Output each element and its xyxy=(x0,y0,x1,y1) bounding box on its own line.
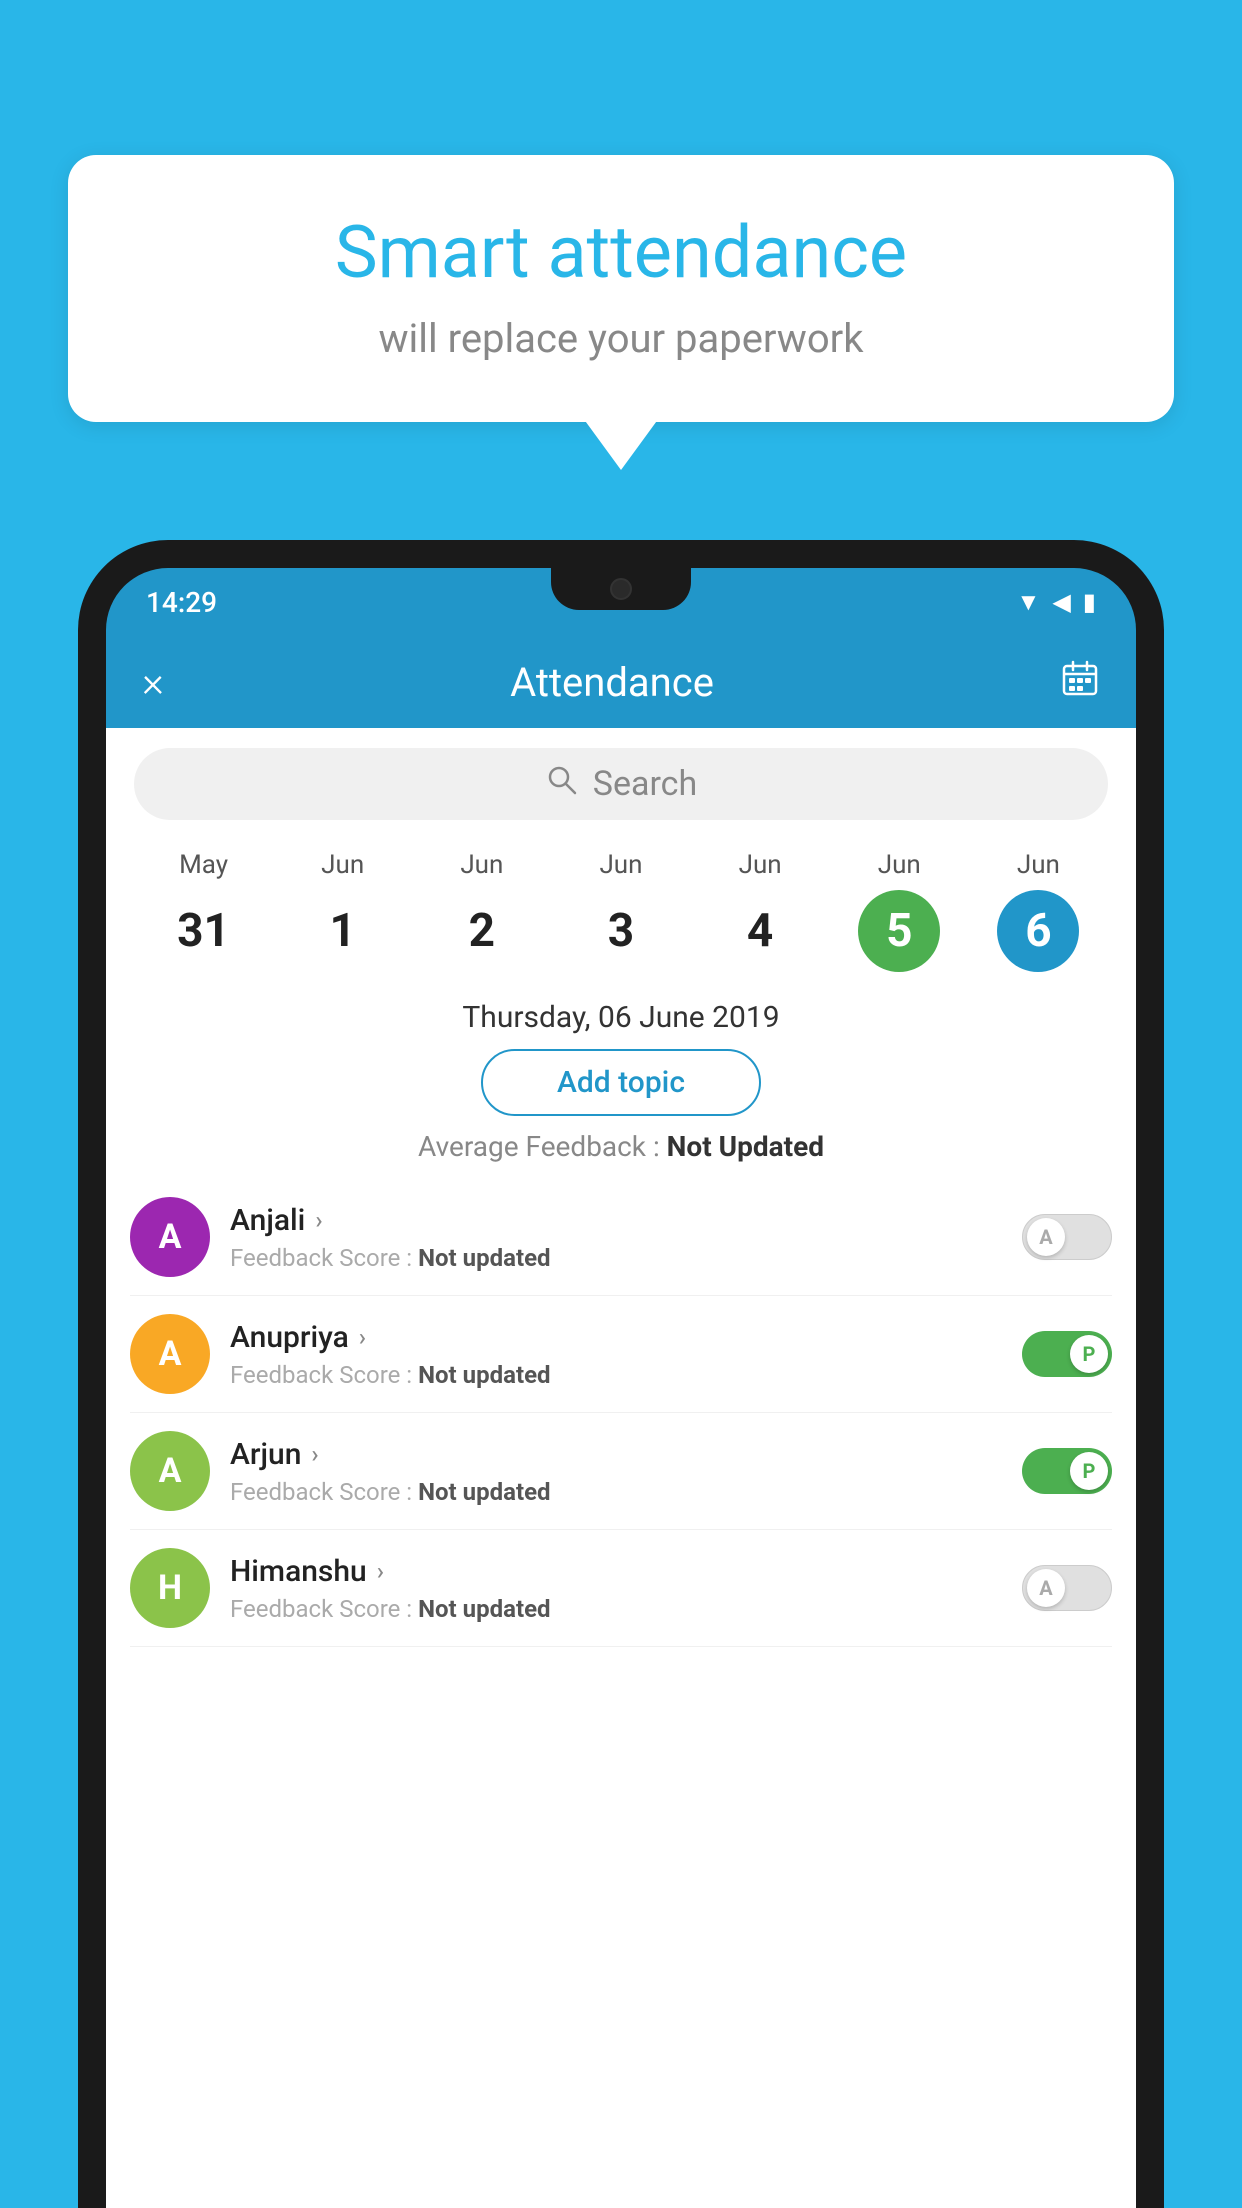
cal-month-label: Jun xyxy=(1017,850,1060,880)
calendar-day[interactable]: Jun 1 xyxy=(302,850,384,972)
student-name-text: Anjali xyxy=(230,1203,305,1238)
cal-month-label: Jun xyxy=(460,850,503,880)
calendar-day[interactable]: Jun 4 xyxy=(719,850,801,972)
calendar-day[interactable]: May 31 xyxy=(163,850,245,972)
notch-camera xyxy=(610,578,632,600)
feedback-label: Feedback Score : xyxy=(230,1361,418,1389)
attendance-toggle[interactable]: A xyxy=(1022,1565,1112,1611)
cal-date-number: 31 xyxy=(163,890,245,972)
calendar-icon[interactable] xyxy=(1060,658,1100,707)
calendar-day[interactable]: Jun 5 xyxy=(858,850,940,972)
feedback-value: Not updated xyxy=(418,1595,550,1623)
add-topic-button[interactable]: Add topic xyxy=(481,1049,761,1116)
cal-date-number: 3 xyxy=(580,890,662,972)
selected-date-label: Thursday, 06 June 2019 xyxy=(106,992,1136,1049)
student-info: Anupriya › Feedback Score : Not updated xyxy=(230,1320,1002,1389)
feedback-label: Feedback Score : xyxy=(230,1478,418,1506)
student-name-text: Arjun xyxy=(230,1437,301,1472)
student-avatar: A xyxy=(130,1431,210,1511)
cal-date-number: 1 xyxy=(302,890,384,972)
toggle-knob: A xyxy=(1027,1218,1065,1256)
chevron-right-icon: › xyxy=(315,1206,322,1234)
student-list-item[interactable]: H Himanshu › Feedback Score : Not updated A xyxy=(130,1530,1112,1647)
status-time: 14:29 xyxy=(146,586,217,619)
cal-month-label: Jun xyxy=(878,850,921,880)
average-feedback: Average Feedback : Not Updated xyxy=(106,1130,1136,1163)
student-info: Arjun › Feedback Score : Not updated xyxy=(230,1437,1002,1506)
student-avatar: H xyxy=(130,1548,210,1628)
student-list: AAnjali ›Feedback Score : Not updatedAAA… xyxy=(106,1179,1136,1647)
avg-feedback-label: Average Feedback : xyxy=(418,1130,667,1163)
student-avatar: A xyxy=(130,1314,210,1394)
student-name: Arjun › xyxy=(230,1437,1002,1472)
calendar-day[interactable]: Jun 3 xyxy=(580,850,662,972)
cal-date-number: 2 xyxy=(441,890,523,972)
speech-bubble-title: Smart attendance xyxy=(128,210,1114,295)
close-button[interactable]: × xyxy=(142,658,164,707)
cal-date-number: 6 xyxy=(997,890,1079,972)
feedback-value: Not updated xyxy=(418,1478,550,1506)
cal-month-label: Jun xyxy=(739,850,782,880)
page-title: Attendance xyxy=(510,659,714,706)
search-bar[interactable]: Search xyxy=(134,748,1108,820)
cal-date-number: 5 xyxy=(858,890,940,972)
chevron-right-icon: › xyxy=(359,1323,366,1351)
chevron-right-icon: › xyxy=(377,1557,384,1585)
feedback-value: Not updated xyxy=(418,1361,550,1389)
student-feedback-score: Feedback Score : Not updated xyxy=(230,1478,1002,1506)
student-info: Anjali › Feedback Score : Not updated xyxy=(230,1203,1002,1272)
toggle-knob: P xyxy=(1070,1335,1108,1373)
speech-bubble-container: Smart attendance will replace your paper… xyxy=(68,155,1174,422)
feedback-value: Not updated xyxy=(418,1244,550,1272)
student-name: Himanshu › xyxy=(230,1554,1002,1589)
phone-inner: 14:29 ▼ ◀ ▮ × Attendance xyxy=(106,568,1136,2208)
calendar-day[interactable]: Jun 6 xyxy=(997,850,1079,972)
student-list-item[interactable]: A Arjun › Feedback Score : Not updated P xyxy=(130,1413,1112,1530)
attendance-toggle[interactable]: P xyxy=(1022,1331,1112,1377)
attendance-toggle[interactable]: P xyxy=(1022,1448,1112,1494)
student-list-item[interactable]: A Anjali › Feedback Score : Not updated A xyxy=(130,1179,1112,1296)
calendar-strip: May 31 Jun 1 Jun 2 Jun 3 Jun 4 Jun 5 Jun 6 xyxy=(106,840,1136,992)
student-name: Anjali › xyxy=(230,1203,1002,1238)
student-feedback-score: Feedback Score : Not updated xyxy=(230,1595,1002,1623)
calendar-day[interactable]: Jun 2 xyxy=(441,850,523,972)
cal-date-number: 4 xyxy=(719,890,801,972)
student-list-item[interactable]: A Anupriya › Feedback Score : Not updated P xyxy=(130,1296,1112,1413)
cal-month-label: Jun xyxy=(321,850,364,880)
phone-frame: 14:29 ▼ ◀ ▮ × Attendance xyxy=(78,540,1164,2208)
phone-notch xyxy=(551,568,691,610)
student-feedback-score: Feedback Score : Not updated xyxy=(230,1244,1002,1272)
speech-bubble: Smart attendance will replace your paper… xyxy=(68,155,1174,422)
toggle-knob: A xyxy=(1027,1569,1065,1607)
feedback-label: Feedback Score : xyxy=(230,1595,418,1623)
student-name-text: Anupriya xyxy=(230,1320,349,1355)
search-icon xyxy=(545,763,579,806)
student-avatar: A xyxy=(130,1197,210,1277)
student-name-text: Himanshu xyxy=(230,1554,367,1589)
feedback-label: Feedback Score : xyxy=(230,1244,418,1272)
battery-icon: ▮ xyxy=(1083,588,1096,616)
search-placeholder: Search xyxy=(593,764,697,804)
wifi-icon: ▼ xyxy=(1017,588,1041,617)
cal-month-label: Jun xyxy=(599,850,642,880)
app-header: × Attendance xyxy=(106,636,1136,728)
cal-month-label: May xyxy=(179,850,228,880)
chevron-right-icon: › xyxy=(311,1440,318,1468)
student-info: Himanshu › Feedback Score : Not updated xyxy=(230,1554,1002,1623)
app-content: Search May 31 Jun 1 Jun 2 Jun 3 Jun 4 Jun 5 Jun 6 Thu… xyxy=(106,728,1136,2208)
student-name: Anupriya › xyxy=(230,1320,1002,1355)
student-feedback-score: Feedback Score : Not updated xyxy=(230,1361,1002,1389)
status-icons: ▼ ◀ ▮ xyxy=(1017,588,1096,617)
avg-feedback-value: Not Updated xyxy=(667,1130,824,1163)
speech-bubble-subtitle: will replace your paperwork xyxy=(128,315,1114,362)
signal-icon: ◀ xyxy=(1052,588,1070,616)
toggle-knob: P xyxy=(1070,1452,1108,1490)
attendance-toggle[interactable]: A xyxy=(1022,1214,1112,1260)
